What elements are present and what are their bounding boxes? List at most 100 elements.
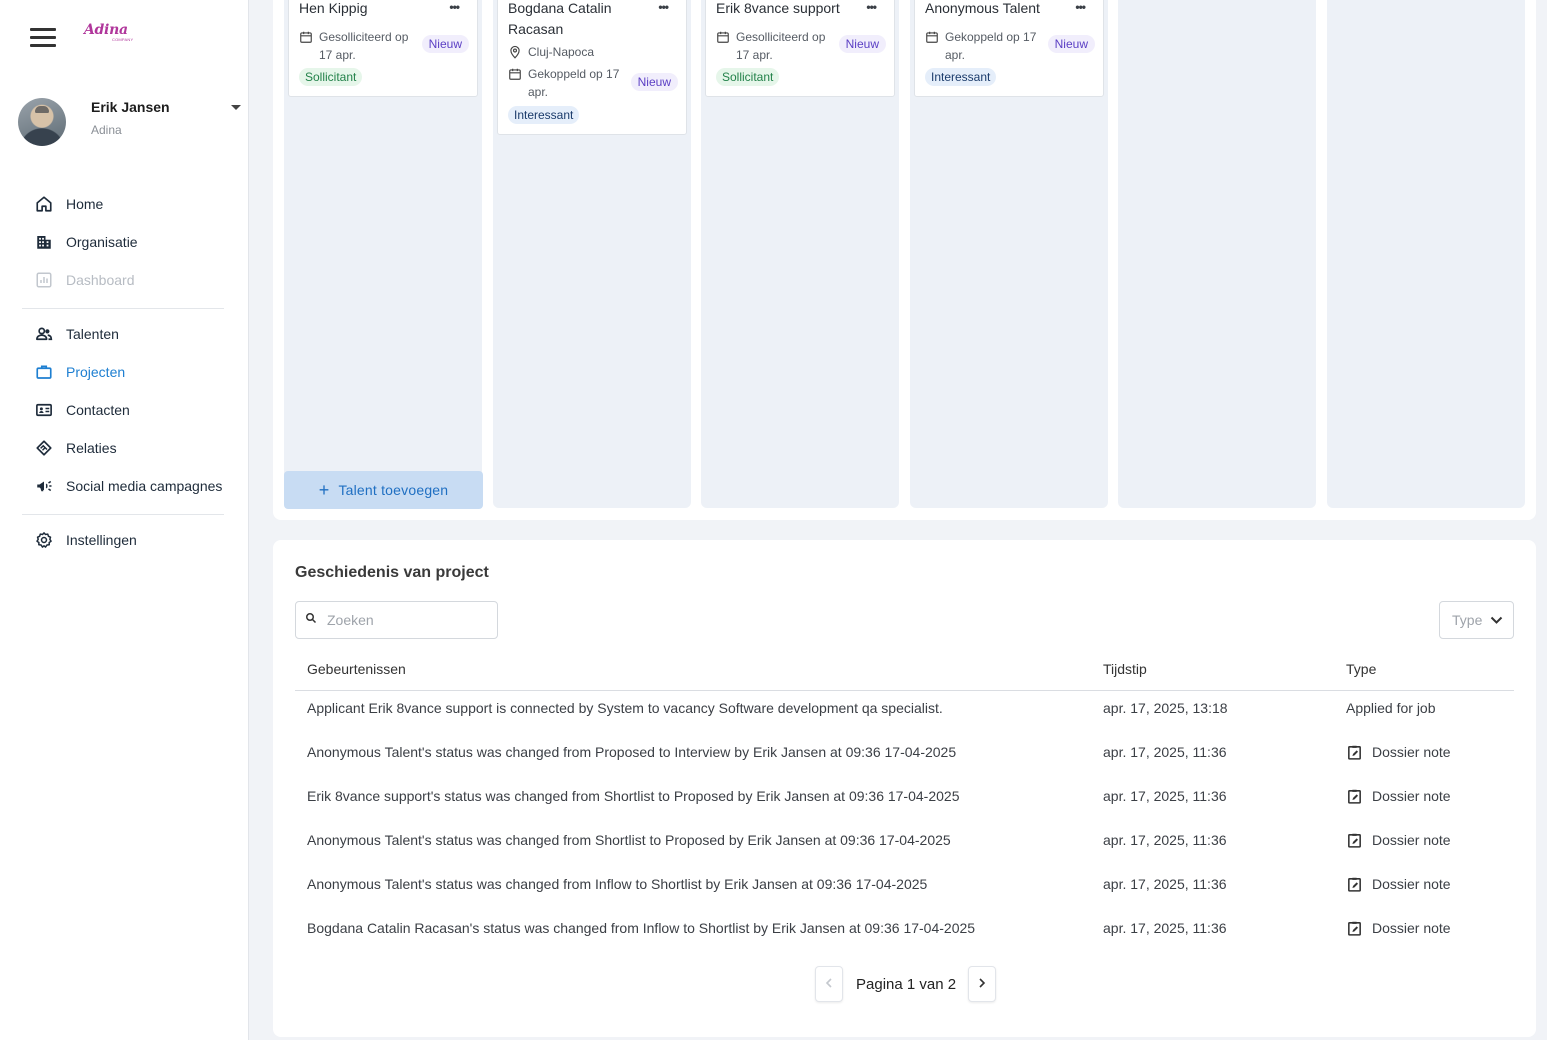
section-title: Geschiedenis van project xyxy=(295,564,489,581)
chevron-down-icon xyxy=(1490,612,1503,630)
talent-card[interactable]: Bogdana Catalin Racasan ••• Cluj-Napoca … xyxy=(497,0,687,135)
sidebar-item-label: Projecten xyxy=(66,364,126,380)
sidebar-item-projecten[interactable]: Projecten xyxy=(22,357,227,387)
event-time: apr. 17, 2025, 11:36 xyxy=(1103,920,1227,936)
kanban-column: Bogdana Catalin Racasan ••• Cluj-Napoca … xyxy=(493,0,691,508)
sidebar-item-label: Contacten xyxy=(66,402,130,418)
card-date: Gekoppeld op 17 apr. xyxy=(925,28,1045,64)
table-row: Anonymous Talent's status was changed fr… xyxy=(295,730,1514,774)
location-pin-icon xyxy=(508,43,528,64)
event-text: Applicant Erik 8vance support is connect… xyxy=(307,700,943,716)
avatar[interactable] xyxy=(18,98,66,146)
sidebar-item-label: Dashboard xyxy=(66,272,135,288)
talent-name: Bogdana Catalin Racasan xyxy=(508,0,612,37)
more-options-icon[interactable]: ••• xyxy=(658,0,669,14)
talent-name: Erik 8vance support xyxy=(716,0,840,16)
column-header-events: Gebeurtenissen xyxy=(307,661,406,677)
table-row: Anonymous Talent's status was changed fr… xyxy=(295,862,1514,906)
sidebar-item-social-media-campagnes[interactable]: Social media campagnes xyxy=(22,471,227,501)
search-input[interactable] xyxy=(327,612,477,628)
contact-card-icon xyxy=(22,401,66,419)
search-icon xyxy=(305,611,317,629)
kanban-column: Anonymous Talent ••• Gekoppeld op 17 apr… xyxy=(910,0,1108,508)
sidebar-item-relaties[interactable]: Relaties xyxy=(22,433,227,463)
pagination-label: Pagina 1 van 2 xyxy=(856,975,957,993)
status-badge: Interessant xyxy=(508,106,580,124)
card-date: Gesolliciteerd op 17 apr. xyxy=(299,28,419,64)
event-type: Dossier note xyxy=(1346,774,1451,818)
sidebar: Adina COMPANY Erik Jansen Adina Home Org… xyxy=(0,0,249,1040)
new-badge: Nieuw xyxy=(630,73,678,91)
kanban-column xyxy=(1327,0,1525,508)
sidebar-item-label: Social media campagnes xyxy=(66,478,223,494)
talent-card[interactable]: Erik 8vance support ••• Gesolliciteerd o… xyxy=(705,0,895,97)
more-options-icon[interactable]: ••• xyxy=(449,0,460,14)
company-logo[interactable]: Adina COMPANY xyxy=(84,22,136,44)
table-row: Applicant Erik 8vance support is connect… xyxy=(295,686,1514,730)
user-name: Erik Jansen xyxy=(91,99,170,115)
column-header-type: Type xyxy=(1346,661,1377,677)
sidebar-divider xyxy=(22,308,224,309)
calendar-icon xyxy=(508,65,528,101)
menu-icon[interactable] xyxy=(30,28,56,48)
event-time: apr. 17, 2025, 11:36 xyxy=(1103,788,1227,804)
sidebar-item-contacten[interactable]: Contacten xyxy=(22,395,227,425)
sidebar-item-label: Home xyxy=(66,196,104,212)
sidebar-item-label: Instellingen xyxy=(66,532,137,548)
note-edit-icon xyxy=(1346,788,1372,805)
more-options-icon[interactable]: ••• xyxy=(866,0,877,14)
sidebar-item-label: Relaties xyxy=(66,440,117,456)
chevron-right-icon xyxy=(978,975,986,993)
briefcase-icon xyxy=(22,363,66,381)
calendar-icon xyxy=(299,28,319,64)
more-options-icon[interactable]: ••• xyxy=(1075,0,1086,14)
note-edit-icon xyxy=(1346,920,1372,937)
sidebar-item-home[interactable]: Home xyxy=(22,189,227,219)
kanban-column: Erik 8vance support ••• Gesolliciteerd o… xyxy=(701,0,899,508)
card-date: Gekoppeld op 17 apr. xyxy=(508,65,628,101)
home-icon xyxy=(22,195,66,213)
sidebar-item-label: Talenten xyxy=(66,326,119,342)
card-date: Gesolliciteerd op 17 apr. xyxy=(716,28,836,64)
talent-card[interactable]: Anonymous Talent ••• Gekoppeld op 17 apr… xyxy=(914,0,1104,97)
calendar-icon xyxy=(925,28,945,64)
talent-card[interactable]: Hen Kippig ••• Gesolliciteerd op 17 apr.… xyxy=(288,0,478,97)
table-row: Bogdana Catalin Racasan's status was cha… xyxy=(295,906,1514,950)
calendar-icon xyxy=(716,28,736,64)
user-menu-caret-icon[interactable] xyxy=(231,105,241,110)
new-badge: Nieuw xyxy=(1047,35,1095,53)
building-icon xyxy=(22,233,66,251)
sidebar-item-talenten[interactable]: Talenten xyxy=(22,319,227,349)
event-text: Bogdana Catalin Racasan's status was cha… xyxy=(307,920,976,936)
people-icon xyxy=(22,325,66,343)
add-talent-button[interactable]: + Talent toevoegen xyxy=(284,471,483,509)
user-organization: Adina xyxy=(91,123,122,137)
talent-name: Hen Kippig xyxy=(299,0,368,16)
sidebar-item-instellingen[interactable]: Instellingen xyxy=(22,525,227,555)
status-badge: Sollicitant xyxy=(299,68,363,86)
next-page-button[interactable] xyxy=(968,966,997,1002)
chart-icon xyxy=(22,271,66,289)
event-text: Erik 8vance support's status was changed… xyxy=(307,788,960,804)
gear-icon xyxy=(22,531,66,549)
kanban-column xyxy=(1118,0,1316,508)
event-text: Anonymous Talent's status was changed fr… xyxy=(307,744,957,760)
new-badge: Nieuw xyxy=(838,35,886,53)
column-header-time: Tijdstip xyxy=(1103,661,1147,677)
talent-name: Anonymous Talent xyxy=(925,0,1040,16)
event-type: Dossier note xyxy=(1346,862,1451,906)
sidebar-item-organisatie[interactable]: Organisatie xyxy=(22,227,227,257)
status-badge: Sollicitant xyxy=(716,68,780,86)
event-time: apr. 17, 2025, 11:36 xyxy=(1103,832,1227,848)
kanban-board: Hen Kippig ••• Gesolliciteerd op 17 apr.… xyxy=(273,0,1536,520)
event-time: apr. 17, 2025, 13:18 xyxy=(1103,700,1228,716)
previous-page-button[interactable] xyxy=(815,966,843,1002)
megaphone-icon xyxy=(22,477,66,495)
handshake-icon xyxy=(22,439,66,457)
pagination: Pagina 1 van 2 xyxy=(815,966,997,1002)
event-time: apr. 17, 2025, 11:36 xyxy=(1103,876,1227,892)
event-type: Dossier note xyxy=(1346,906,1451,950)
type-filter-select[interactable]: Type xyxy=(1439,601,1514,639)
search-field[interactable] xyxy=(295,601,498,639)
note-edit-icon xyxy=(1346,744,1372,761)
